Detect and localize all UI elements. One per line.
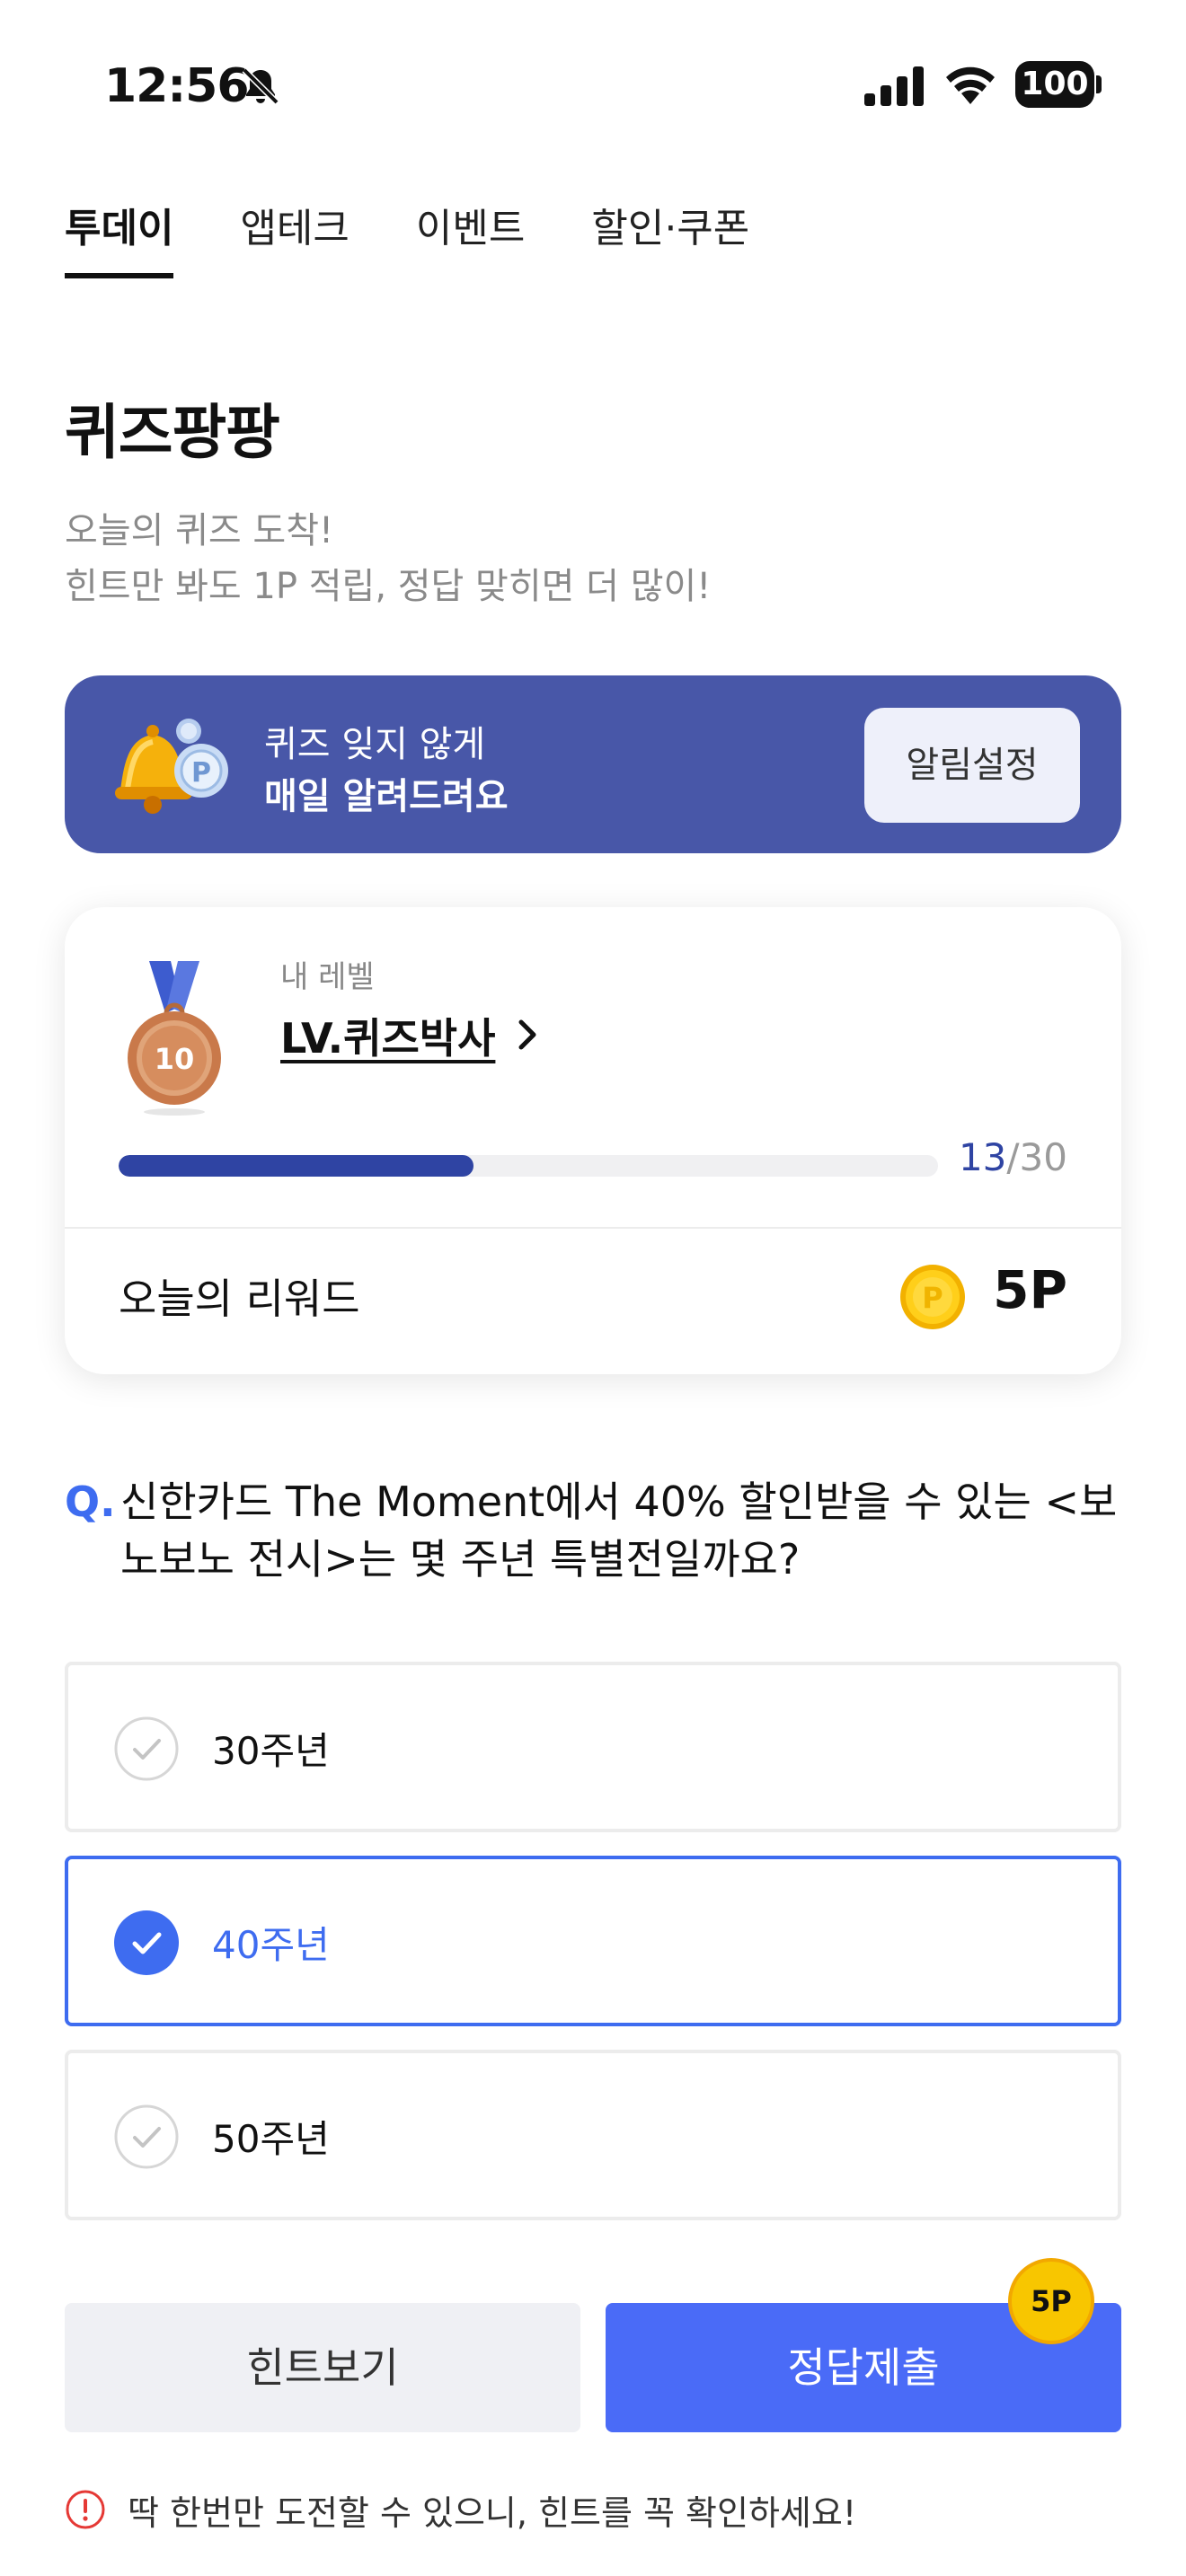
notification-banner: P 퀴즈 잊지 않게 매일 알려드려요 알림설정 xyxy=(65,675,1121,853)
tab-apptech[interactable]: 앱테크 xyxy=(240,196,349,280)
card-divider xyxy=(65,1227,1121,1229)
today-reward-value: 5P xyxy=(993,1259,1067,1320)
cellular-signal-icon xyxy=(864,66,924,106)
status-time: 12:56 xyxy=(104,59,250,113)
status-bar: 12:56 100 xyxy=(0,54,1186,119)
answer-option-40[interactable]: 40주년 xyxy=(65,1856,1121,2026)
check-circle-filled-icon xyxy=(114,1910,179,1975)
point-coin-icon: P xyxy=(900,1265,965,1329)
progress-separator: / xyxy=(1006,1135,1020,1179)
subtitle-line-1: 오늘의 퀴즈 도착! xyxy=(65,510,334,551)
question-prefix: Q. xyxy=(65,1478,116,1526)
progress-current: 13 xyxy=(958,1135,1007,1179)
warning-text: 딱 한번만 도전할 수 있으니, 힌트를 꼭 확인하세요! xyxy=(128,2492,857,2533)
level-name-link[interactable]: LV.퀴즈박사 xyxy=(280,1006,495,1065)
level-card: 10 내 레벨 LV.퀴즈박사 13/30 오늘의 리워드 P 5P xyxy=(65,907,1121,1374)
level-progress-text: 13/30 xyxy=(959,1135,1067,1179)
level-progress-bar xyxy=(119,1155,938,1177)
check-circle-icon xyxy=(114,1716,179,1781)
wifi-icon xyxy=(946,66,995,104)
battery-level: 100 xyxy=(1015,61,1094,108)
my-level-label: 내 레벨 xyxy=(280,959,375,995)
bell-coin-icon: P xyxy=(115,719,228,814)
subtitle-line-2: 힌트만 봐도 1P 적립, 정답 맞히면 더 많이! xyxy=(65,566,712,607)
option-label: 30주년 xyxy=(212,1729,330,1773)
page-title: 퀴즈팡팡 xyxy=(65,398,280,467)
coin-symbol: P xyxy=(922,1281,943,1315)
exclamation-circle-icon xyxy=(66,2490,105,2529)
option-label: 40주년 xyxy=(212,1923,330,1967)
option-label: 50주년 xyxy=(212,2117,330,2161)
notification-settings-button[interactable]: 알림설정 xyxy=(864,708,1080,823)
chevron-right-icon[interactable] xyxy=(516,1017,541,1053)
banner-text-line-2: 매일 알려드려요 xyxy=(264,776,509,817)
warning-notice: 딱 한번만 도전할 수 있으니, 힌트를 꼭 확인하세요! xyxy=(65,2488,856,2533)
answer-option-50[interactable]: 50주년 xyxy=(65,2050,1121,2220)
battery-icon: 100 xyxy=(1015,61,1102,108)
quiz-page: 12:56 100 투데이 앱테크 이벤트 할인·쿠폰 퀴즈팡팡 오늘의 퀴즈 … xyxy=(0,0,1186,2576)
bell-slash-icon xyxy=(242,67,279,105)
hint-button[interactable]: 힌트보기 xyxy=(65,2303,580,2432)
top-tabs: 투데이 앱테크 이벤트 할인·쿠폰 xyxy=(65,196,816,286)
banner-text-line-1: 퀴즈 잊지 않게 xyxy=(264,724,486,765)
bronze-medal-icon: 10 xyxy=(128,961,221,1116)
medal-number: 10 xyxy=(155,1042,195,1076)
tab-today[interactable]: 투데이 xyxy=(65,196,174,280)
tab-coupon[interactable]: 할인·쿠폰 xyxy=(591,196,749,280)
progress-total: 30 xyxy=(1019,1135,1067,1179)
today-reward-label: 오늘의 리워드 xyxy=(119,1275,360,1323)
answer-option-30[interactable]: 30주년 xyxy=(65,1662,1121,1832)
page-subtitle: 오늘의 퀴즈 도착! 힌트만 봐도 1P 적립, 정답 맞히면 더 많이! xyxy=(65,503,711,614)
svg-text:P: P xyxy=(191,757,211,789)
tab-event[interactable]: 이벤트 xyxy=(416,196,525,280)
submit-reward-badge: 5P xyxy=(1008,2258,1094,2344)
question-text: 신한카드 The Moment에서 40% 할인받을 수 있는 <보노보노 전시… xyxy=(120,1478,1118,1584)
check-circle-icon xyxy=(114,2104,179,2169)
quiz-question: Q. 신한카드 The Moment에서 40% 할인받을 수 있는 <보노보노… xyxy=(65,1473,1121,1588)
level-progress-fill xyxy=(119,1155,474,1177)
